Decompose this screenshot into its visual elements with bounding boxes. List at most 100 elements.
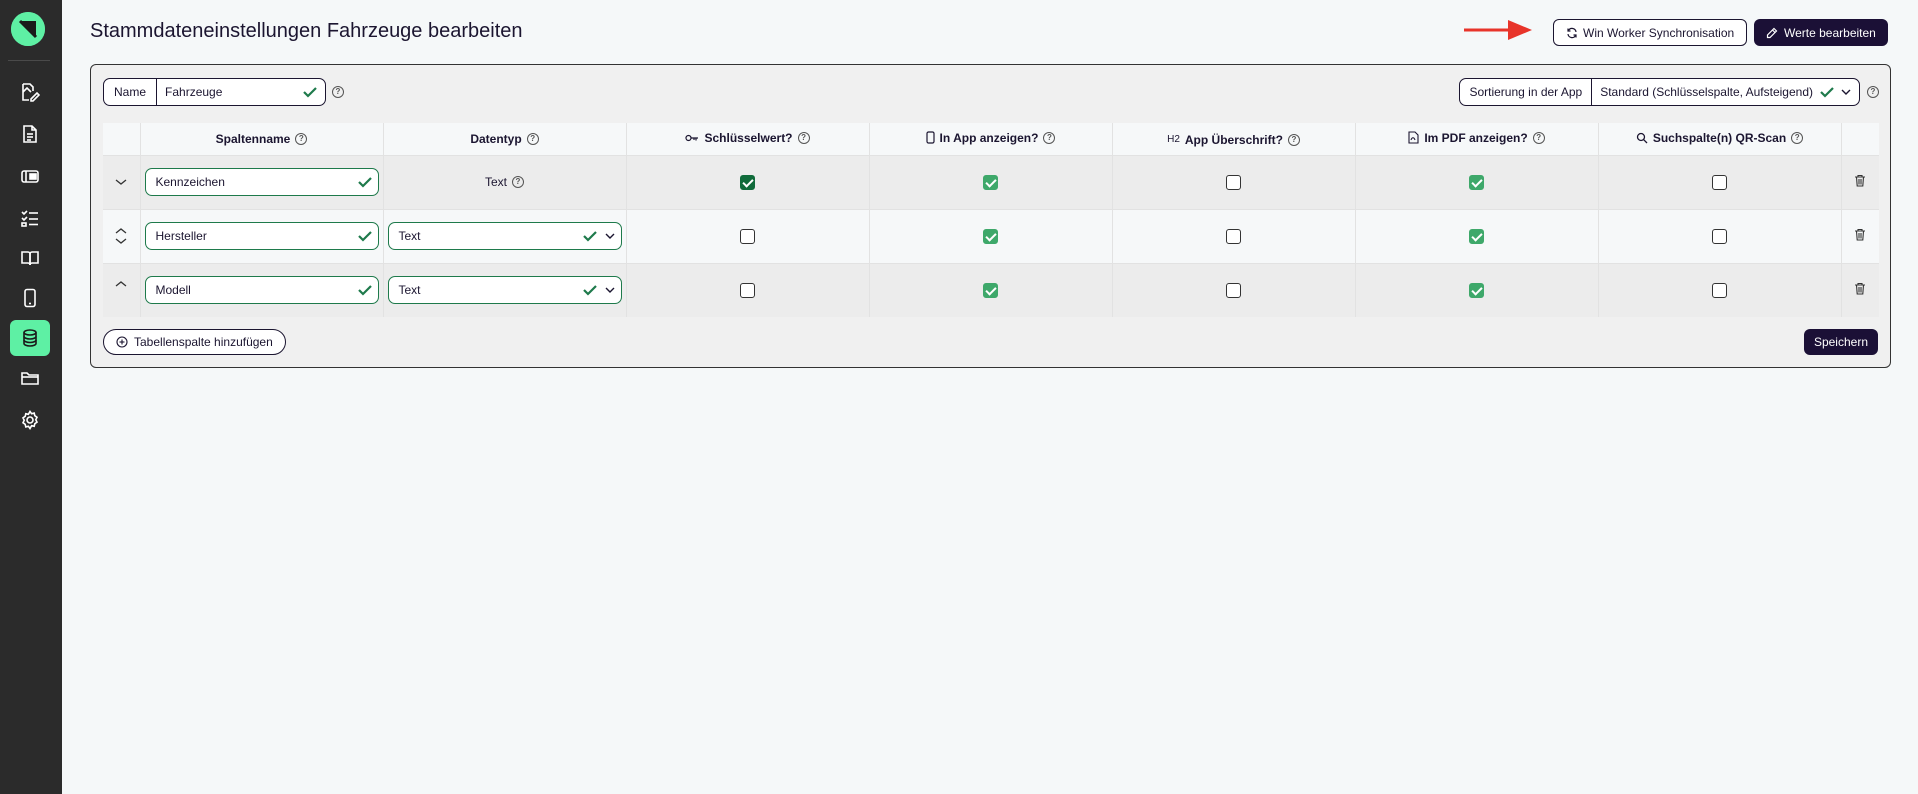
chevron-down-icon[interactable] (115, 237, 127, 245)
key-checkbox[interactable] (740, 174, 755, 190)
sort-select-value: Standard (Schlüsselspalte, Aufsteigend) (1600, 85, 1813, 99)
help-icon[interactable]: ? (1043, 131, 1056, 144)
help-icon[interactable]: ? (797, 132, 810, 145)
columns-table: Spaltenname? Datentyp? Schlüsselwert?? I… (103, 123, 1879, 317)
chevron-down-icon (605, 233, 614, 239)
name-input-value: Fahrzeuge (165, 85, 223, 99)
qr-search-checkbox[interactable] (1712, 282, 1727, 298)
sidebar-item-book[interactable] (10, 240, 50, 276)
column-header-qr-search: Suchspalte(n) QR-Scan? (1598, 123, 1842, 155)
row-order-cell (103, 155, 141, 209)
key-checkbox[interactable] (740, 228, 755, 244)
column-header-in-pdf: Im PDF anzeigen?? (1355, 123, 1599, 155)
in-app-checkbox[interactable] (983, 228, 998, 244)
inbox-icon (21, 170, 39, 183)
app-heading-checkbox[interactable] (1226, 282, 1241, 298)
sidebar-item-settings[interactable] (10, 402, 50, 438)
help-icon[interactable]: ? (526, 132, 539, 145)
sort-field-label: Sortierung in der App (1460, 79, 1593, 105)
pdf-file-icon (1408, 131, 1419, 144)
edit-values-label: Werte bearbeiten (1784, 25, 1876, 40)
sidebar-divider (8, 60, 50, 61)
order-column-header (103, 123, 141, 155)
sidebar-item-mobile[interactable] (10, 280, 50, 316)
trash-icon[interactable] (1854, 282, 1866, 295)
search-icon (1636, 132, 1648, 144)
column-name-input[interactable]: Hersteller (144, 222, 379, 250)
sidebar-item-files[interactable] (10, 360, 50, 396)
smartphone-icon (925, 131, 935, 144)
qr-search-checkbox[interactable] (1712, 228, 1727, 244)
valid-check-icon (582, 231, 597, 242)
smartphone-icon (24, 288, 36, 308)
name-help-icon[interactable]: ? (332, 86, 344, 98)
in-app-checkbox[interactable] (983, 174, 998, 190)
column-header-key: Schlüsselwert?? (626, 123, 870, 155)
valid-check-icon (357, 177, 372, 188)
column-header-in-app: In App anzeigen?? (869, 123, 1113, 155)
datatype-static: Text (484, 175, 507, 189)
help-icon[interactable]: ? (1287, 133, 1300, 146)
valid-check-icon (357, 285, 372, 296)
help-icon[interactable]: ? (1791, 131, 1804, 144)
gear-icon (21, 410, 39, 430)
pencil-icon (1766, 27, 1778, 38)
checklist-icon (21, 210, 38, 227)
save-button[interactable]: Speichern (1803, 329, 1878, 355)
valid-check-icon (1820, 87, 1834, 98)
row-order-cell (103, 263, 141, 317)
add-table-column-button[interactable]: Tabellenspalte hinzufügen (103, 329, 286, 355)
heading-h2-icon: H2 (1167, 134, 1180, 145)
in-app-checkbox[interactable] (983, 282, 998, 298)
sidebar-item-master-data[interactable] (10, 320, 50, 356)
trash-icon[interactable] (1854, 174, 1866, 187)
datatype-select[interactable]: Text (387, 222, 622, 250)
chevron-down-icon[interactable] (115, 178, 127, 186)
chevron-up-icon[interactable] (115, 280, 127, 288)
chevron-up-icon[interactable] (115, 227, 127, 235)
help-icon[interactable]: ? (1532, 131, 1545, 144)
delete-column-header (1841, 123, 1879, 155)
in-pdf-checkbox[interactable] (1469, 228, 1484, 244)
name-input[interactable]: Fahrzeuge (157, 79, 325, 105)
name-field-label: Name (104, 79, 158, 105)
add-table-column-label: Tabellenspalte hinzufügen (134, 335, 273, 349)
database-icon (23, 329, 37, 347)
valid-check-icon (582, 285, 597, 296)
app-heading-checkbox[interactable] (1226, 174, 1241, 190)
document-list-icon (23, 125, 37, 143)
chevron-down-icon (1841, 89, 1851, 95)
red-arrow-annotation (1464, 20, 1532, 40)
sidebar-item-documents[interactable] (10, 116, 50, 152)
table-row: Modell Text (103, 263, 1879, 317)
column-name-input[interactable]: Kennzeichen (144, 168, 379, 196)
column-header-app-heading: H2 App Überschrift?? (1112, 123, 1356, 155)
sidebar-item-checklists[interactable] (10, 200, 50, 236)
edit-values-button[interactable]: Werte bearbeiten (1754, 19, 1888, 46)
app-logo[interactable] (11, 12, 45, 46)
sidebar-item-inbox[interactable] (10, 158, 50, 194)
column-header-datatype: Datentyp? (383, 123, 627, 155)
win-worker-sync-button[interactable]: Win Worker Synchronisation (1553, 19, 1748, 46)
column-header-name: Spaltenname? (140, 123, 384, 155)
help-icon[interactable]: ? (295, 132, 308, 145)
sort-help-icon[interactable]: ? (1867, 86, 1879, 98)
app-heading-checkbox[interactable] (1226, 228, 1241, 244)
datatype-select[interactable]: Text (387, 276, 622, 305)
in-pdf-checkbox[interactable] (1469, 282, 1484, 298)
sidebar-item-edit[interactable] (10, 74, 50, 110)
chevron-down-icon (605, 287, 614, 294)
master-data-settings-card: Name Fahrzeuge ? Sortierung in der App S… (90, 64, 1891, 368)
help-icon[interactable]: ? (512, 176, 524, 188)
page-title: Stammdateneinstellungen Fahrzeuge bearbe… (90, 20, 523, 42)
book-icon (21, 251, 39, 266)
trash-icon[interactable] (1854, 228, 1866, 241)
table-row: Kennzeichen Text ? (103, 155, 1879, 209)
key-checkbox[interactable] (740, 282, 755, 298)
sort-field-group: Sortierung in der App Standard (Schlüsse… (1459, 78, 1860, 106)
sidebar (0, 0, 62, 794)
in-pdf-checkbox[interactable] (1469, 174, 1484, 190)
sort-select[interactable]: Standard (Schlüsselspalte, Aufsteigend) (1592, 79, 1859, 105)
column-name-input[interactable]: Modell (144, 276, 379, 305)
qr-search-checkbox[interactable] (1712, 174, 1727, 190)
